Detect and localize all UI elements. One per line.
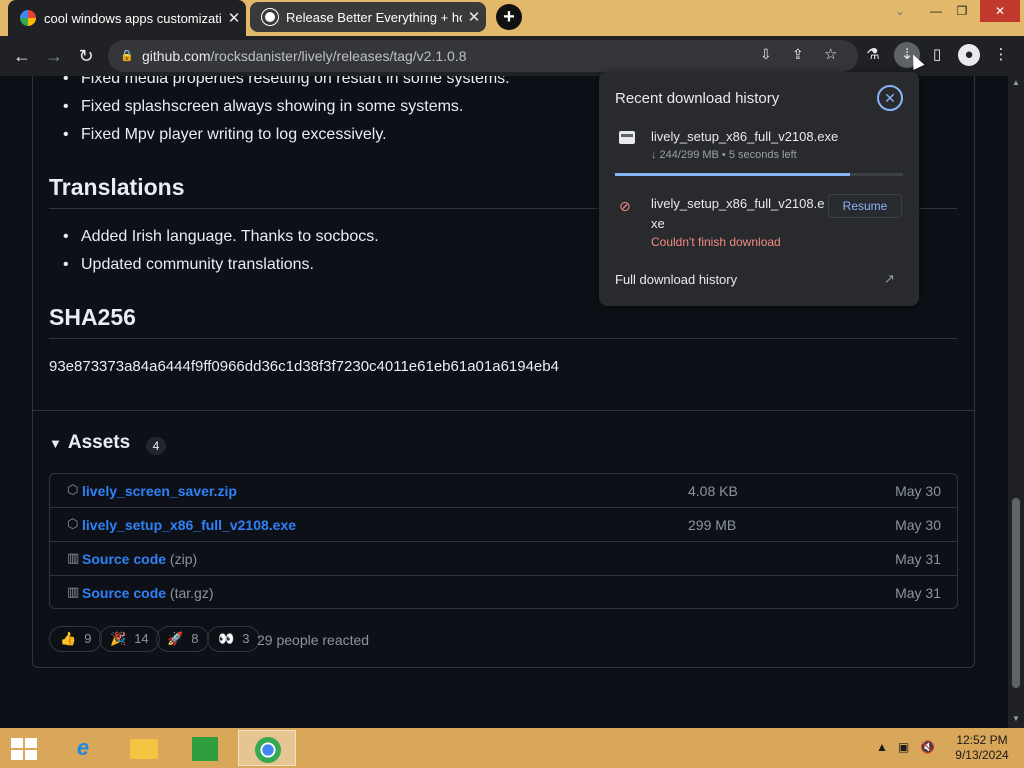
close-popup-button[interactable]: ✕ — [877, 85, 903, 111]
volume-muted-icon[interactable]: 🔇 — [920, 740, 935, 754]
scrollbar-thumb[interactable] — [1012, 498, 1020, 688]
lock-icon: 🔒 — [120, 50, 134, 62]
tab-title: Release Better Everything + hotf — [286, 9, 462, 25]
show-hidden-icons-chevron[interactable]: ▲ — [876, 740, 888, 754]
back-arrow-icon[interactable]: ← — [10, 44, 34, 68]
asset-date: May 30 — [895, 517, 941, 533]
url-text: github.com/rocksdanister/lively/releases… — [142, 48, 467, 64]
list-item: Added Irish language. Thanks to socbocs. — [63, 228, 379, 246]
translations-heading: Translations — [49, 174, 185, 200]
tab-title: cool windows apps customizatio — [44, 10, 222, 26]
divider — [49, 338, 957, 339]
reaction-eyes[interactable]: 👀 3 — [207, 626, 261, 652]
list-item: Fixed media properties resetting on rest… — [63, 76, 510, 88]
file-explorer-icon[interactable] — [114, 730, 172, 766]
internet-explorer-icon[interactable]: e — [54, 730, 112, 766]
network-icon[interactable]: ▣ — [898, 740, 909, 754]
reaction-hooray[interactable]: 🎉 14 — [99, 626, 160, 652]
profile-avatar-icon[interactable]: ● — [958, 44, 980, 66]
download-progress-bar — [615, 173, 903, 176]
download-error: Couldn't finish download — [651, 235, 781, 249]
side-panel-icon[interactable]: ▯ — [926, 44, 948, 66]
menu-kebab-icon[interactable]: ⋮ — [990, 44, 1012, 66]
asset-date: May 31 — [895, 585, 941, 601]
open-external-icon[interactable]: ↗ — [884, 271, 895, 287]
asset-link[interactable]: Source code (zip) — [82, 551, 197, 567]
page-scrollbar[interactable]: ▲ ▼ — [1008, 76, 1024, 728]
close-window-button[interactable]: ✕ — [980, 0, 1020, 22]
download-history-popup: Recent download history ✕ lively_setup_x… — [599, 72, 919, 306]
assets-count-badge: 4 — [146, 437, 166, 455]
resume-button[interactable]: Resume — [828, 194, 902, 218]
asset-date: May 30 — [895, 483, 941, 499]
file-zip-icon: ▥ — [67, 550, 80, 565]
google-icon — [20, 10, 36, 26]
bookmark-star-icon[interactable]: ☆ — [824, 45, 837, 63]
tab-search-chevron-icon[interactable]: ⌄ — [888, 0, 912, 22]
github-icon — [262, 9, 278, 25]
list-item: Fixed splashscreen always showing in som… — [63, 98, 463, 116]
asset-row: ⬡ lively_screen_saver.zip 4.08 KB May 30 — [50, 474, 957, 508]
close-tab-icon[interactable]: ✕ — [462, 8, 486, 26]
store-icon[interactable] — [176, 730, 234, 766]
new-tab-button[interactable]: + — [496, 4, 522, 30]
file-zip-icon: ▥ — [67, 584, 80, 599]
share-icon[interactable]: ⇪ — [792, 46, 804, 63]
tab-github-release[interactable]: Release Better Everything + hotf ✕ — [250, 2, 486, 32]
reaction-thumbs-up[interactable]: 👍 9 — [49, 626, 103, 652]
reload-icon[interactable]: ↻ — [74, 44, 98, 68]
download-filename[interactable]: lively_setup_x86_full_v2108.e — [651, 196, 824, 211]
list-item: Fixed Mpv player writing to log excessiv… — [63, 126, 387, 144]
windows-logo-icon — [11, 738, 37, 760]
reaction-rocket[interactable]: 🚀 8 — [156, 626, 210, 652]
download-status: ↓ 244/299 MB • 5 seconds left — [651, 149, 797, 161]
assets-list: ⬡ lively_screen_saver.zip 4.08 KB May 30… — [49, 473, 958, 609]
download-popup-title: Recent download history — [615, 90, 780, 107]
asset-row: ▥ Source code (tar.gz) May 31 — [50, 576, 957, 610]
browser-toolbar: ← → ↻ 🔒 github.com/rocksdanister/lively/… — [0, 36, 1024, 76]
failed-file-icon: ⊘ — [619, 198, 631, 214]
chrome-taskbar-icon[interactable] — [238, 730, 296, 766]
package-icon: ⬡ — [67, 482, 79, 497]
exe-file-icon — [619, 131, 635, 144]
download-filename[interactable]: lively_setup_x86_full_v2108.exe — [651, 129, 838, 144]
scroll-down-icon[interactable]: ▼ — [1008, 712, 1024, 726]
download-progress-fill — [615, 173, 850, 176]
divider — [32, 410, 975, 411]
asset-link[interactable]: Source code (tar.gz) — [82, 585, 214, 601]
minimize-button[interactable]: — — [924, 0, 948, 22]
address-bar[interactable]: 🔒 github.com/rocksdanister/lively/releas… — [108, 40, 858, 72]
taskbar-clock[interactable]: 12:52 PM 9/13/2024 — [944, 733, 1020, 763]
sha256-value: 93e873373a84a6444f9ff0966dd36c1d38f3f723… — [49, 358, 559, 375]
asset-link[interactable]: lively_setup_x86_full_v2108.exe — [82, 517, 296, 533]
tab-google-search[interactable]: cool windows apps customizatio ✕ — [8, 0, 246, 36]
asset-link[interactable]: lively_screen_saver.zip — [82, 483, 237, 499]
windows-taskbar: e ▲ ▣ 🔇 12:52 PM 9/13/2024 — [0, 728, 1024, 768]
reaction-summary: 29 people reacted — [257, 632, 370, 648]
download-filename-wrap: xe — [651, 216, 665, 231]
list-item: Updated community translations. — [63, 256, 314, 274]
package-icon: ⬡ — [67, 516, 79, 531]
forward-arrow-icon[interactable]: → — [42, 44, 66, 68]
assets-toggle[interactable]: ▼ Assets — [49, 432, 130, 454]
install-app-icon[interactable]: ⇩ — [760, 46, 772, 63]
tab-strip: cool windows apps customizatio ✕ Release… — [0, 0, 1024, 36]
full-download-history-link[interactable]: Full download history — [615, 272, 737, 287]
scroll-up-icon[interactable]: ▲ — [1008, 76, 1024, 90]
start-button[interactable] — [0, 730, 48, 766]
asset-size: 299 MB — [688, 517, 737, 533]
restore-button[interactable]: ❐ — [950, 0, 974, 22]
asset-date: May 31 — [895, 551, 941, 567]
asset-row: ▥ Source code (zip) May 31 — [50, 542, 957, 576]
asset-row: ⬡ lively_setup_x86_full_v2108.exe 299 MB… — [50, 508, 957, 542]
close-tab-icon[interactable]: ✕ — [222, 9, 246, 27]
sha256-heading: SHA256 — [49, 304, 136, 330]
labs-flask-icon[interactable]: ⚗ — [862, 44, 884, 66]
asset-size: 4.08 KB — [688, 483, 738, 499]
caret-down-icon: ▼ — [49, 436, 62, 451]
